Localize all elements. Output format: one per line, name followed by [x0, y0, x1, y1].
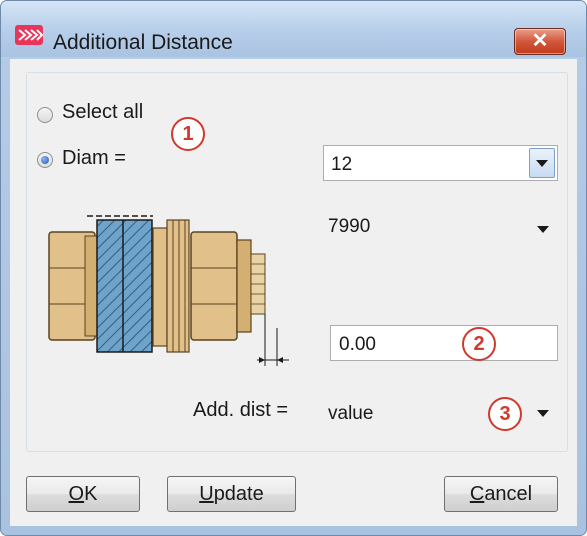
update-mnemonic: U	[199, 483, 214, 505]
cancel-label: ancel	[484, 483, 533, 505]
diam-select-value: 12	[331, 154, 353, 175]
distance-input-value: 0.00	[339, 334, 376, 355]
close-button[interactable]: ✕	[514, 28, 566, 55]
add-dist-label: Add. dist =	[193, 399, 289, 421]
add-dist-select-value: value	[328, 403, 374, 424]
diam-select[interactable]: 12	[323, 145, 558, 181]
callout-1: 1	[171, 117, 205, 151]
app-logo-icon	[15, 25, 43, 45]
ok-label: K	[84, 483, 98, 505]
select-all-radio[interactable]	[37, 107, 53, 123]
chevron-down-icon	[537, 226, 549, 233]
bolt-assembly-illustration	[48, 215, 289, 366]
callout-3: 3	[488, 397, 522, 431]
ok-mnemonic: O	[68, 483, 85, 505]
add-dist-select[interactable]: value	[322, 396, 558, 430]
select-all-label[interactable]: Select all	[62, 101, 143, 124]
callout-2: 2	[462, 327, 496, 361]
chevron-down-icon	[536, 160, 548, 167]
diam-dropdown-button[interactable]	[529, 148, 555, 178]
diam-label[interactable]: Diam =	[62, 147, 126, 170]
ok-button[interactable]: OK	[26, 476, 140, 512]
window-title: Additional Distance	[53, 31, 233, 54]
chevron-down-icon	[537, 410, 549, 417]
update-button[interactable]: Update	[167, 476, 296, 512]
update-label: pdate	[213, 483, 264, 505]
cancel-button[interactable]: Cancel	[444, 476, 558, 512]
distance-input[interactable]: 0.00	[330, 325, 558, 361]
cancel-mnemonic: C	[469, 483, 485, 505]
standard-select-value: 7990	[328, 216, 371, 237]
diam-radio[interactable]	[37, 152, 53, 168]
close-icon: ✕	[531, 30, 549, 52]
radio-selected-dot	[41, 156, 49, 164]
standard-select[interactable]: 7990	[323, 210, 558, 244]
title-bar[interactable]: Additional Distance ✕	[1, 1, 586, 57]
